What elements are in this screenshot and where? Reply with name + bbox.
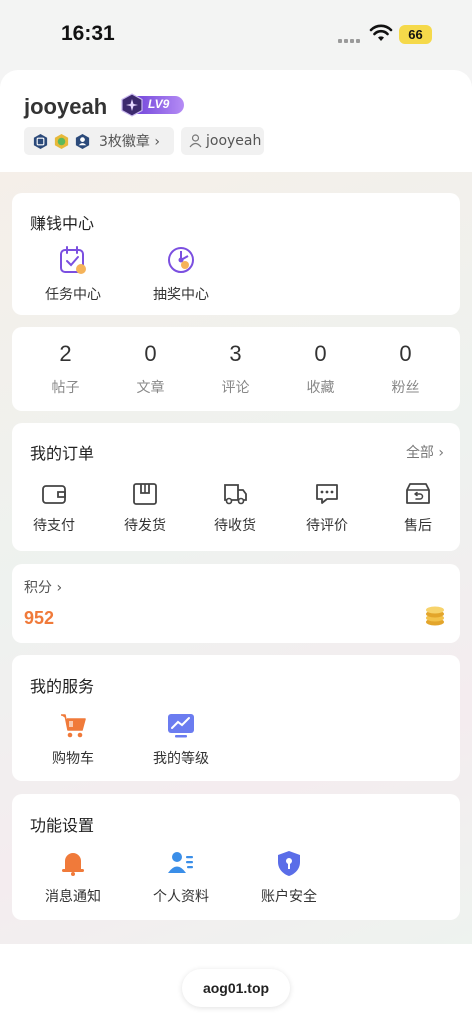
stat-followers[interactable]: 0 粉丝 (363, 341, 448, 397)
order-pending-shipment-label: 待发货 (124, 518, 166, 534)
address-bar-domain[interactable]: aog01.top (182, 969, 290, 1007)
wifi-icon (369, 24, 393, 41)
task-center-label: 任务中心 (45, 287, 101, 303)
truck-icon (224, 484, 247, 505)
order-after-sales[interactable]: 售后 (373, 482, 463, 535)
profile-info-label: 个人资料 (153, 889, 209, 905)
account-security-button[interactable]: 账户安全 (244, 849, 334, 906)
cellular-signal-icon (338, 31, 362, 43)
level-chart-icon (168, 714, 194, 738)
lottery-wheel-icon (168, 247, 194, 273)
account-security-label: 账户安全 (261, 889, 317, 905)
badge-leaf-icon (54, 133, 69, 149)
stat-posts-value: 2 (59, 341, 72, 366)
cart-label: 购物车 (52, 751, 94, 767)
stat-comments-value: 3 (229, 341, 242, 366)
status-time: 16:31 (61, 22, 115, 45)
my-level-button[interactable]: 我的等级 (136, 711, 226, 768)
level-text: LV9 (148, 97, 170, 111)
stat-articles[interactable]: 0 文章 (108, 341, 193, 397)
box-icon (133, 483, 157, 505)
points-card[interactable]: 积分 › 952 (12, 564, 460, 643)
lottery-center-button[interactable]: 抽奖中心 (136, 245, 226, 304)
order-pending-review-label: 待评价 (306, 518, 348, 534)
stat-followers-value: 0 (399, 341, 412, 366)
earn-center-title: 赚钱中心 (30, 214, 95, 233)
stat-posts[interactable]: 2 帖子 (23, 341, 108, 397)
profile-header: jooyeah LV9 3枚徽章 › jooyeah (0, 70, 472, 174)
orders-card: 我的订单 全部 › 待支付 待发货 待收货 待评价 售后 (12, 423, 460, 551)
services-title: 我的服务 (30, 677, 95, 696)
stat-articles-value: 0 (144, 341, 157, 366)
points-value: 952 (24, 608, 55, 628)
stat-comments[interactable]: 3 评论 (193, 341, 278, 397)
coins-icon (426, 606, 444, 626)
points-label: 积分 › (24, 580, 63, 596)
task-calendar-icon (60, 246, 86, 274)
stat-posts-label: 帖子 (51, 380, 80, 396)
stats-card: 2 帖子 0 文章 3 评论 0 收藏 0 粉丝 (12, 327, 460, 411)
bell-icon (62, 853, 84, 876)
stat-comments-label: 评论 (221, 380, 250, 396)
order-pending-shipment[interactable]: 待发货 (100, 482, 190, 535)
username: jooyeah (24, 94, 108, 119)
earn-center-card: 赚钱中心 任务中心 抽奖中心 (12, 193, 460, 315)
level-hexagon-icon (121, 93, 143, 117)
user-id-chip[interactable]: jooyeah (181, 127, 264, 155)
order-pending-receipt[interactable]: 待收货 (190, 482, 280, 535)
settings-title: 功能设置 (30, 816, 95, 835)
order-pending-payment[interactable]: 待支付 (9, 482, 99, 535)
stat-favorites-value: 0 (314, 341, 327, 366)
status-bar: 16:31 66 (0, 0, 472, 70)
orders-all-link[interactable]: 全部 › (406, 442, 444, 462)
stat-followers-label: 粉丝 (391, 380, 420, 396)
shield-icon (278, 851, 300, 876)
lottery-center-label: 抽奖中心 (153, 287, 209, 303)
comment-icon (316, 484, 338, 504)
order-pending-receipt-label: 待收货 (214, 518, 256, 534)
badges-chip[interactable]: 3枚徽章 › (24, 127, 174, 155)
settings-card: 功能设置 消息通知 个人资料 账户安全 (12, 794, 460, 920)
badge-check-icon (33, 133, 48, 149)
main-content: 赚钱中心 任务中心 抽奖中心 2 帖子 0 文章 3 评论 0 收藏 0 粉丝 … (0, 172, 472, 944)
profile-card-icon (168, 852, 193, 873)
order-after-sales-label: 售后 (404, 518, 432, 534)
profile-info-button[interactable]: 个人资料 (136, 849, 226, 906)
user-id-label: jooyeah (206, 133, 262, 149)
task-center-button[interactable]: 任务中心 (28, 245, 118, 304)
order-pending-review[interactable]: 待评价 (282, 482, 372, 535)
battery-indicator: 66 (399, 25, 432, 44)
stat-favorites[interactable]: 0 收藏 (278, 341, 363, 397)
my-level-label: 我的等级 (153, 751, 209, 767)
wallet-icon (42, 485, 66, 504)
user-outline-icon (189, 134, 202, 148)
notifications-label: 消息通知 (45, 889, 101, 905)
cart-icon (61, 714, 86, 738)
order-pending-payment-label: 待支付 (33, 518, 75, 534)
stat-articles-label: 文章 (136, 380, 165, 396)
notifications-button[interactable]: 消息通知 (28, 849, 118, 906)
stat-favorites-label: 收藏 (306, 380, 335, 396)
level-badge[interactable]: LV9 (120, 93, 184, 117)
return-box-icon (406, 483, 430, 504)
cart-button[interactable]: 购物车 (28, 711, 118, 768)
orders-title: 我的订单 (30, 444, 95, 463)
services-card: 我的服务 购物车 我的等级 (12, 655, 460, 781)
badge-person-icon (75, 133, 90, 149)
badges-count-label: 3枚徽章 › (99, 134, 160, 150)
